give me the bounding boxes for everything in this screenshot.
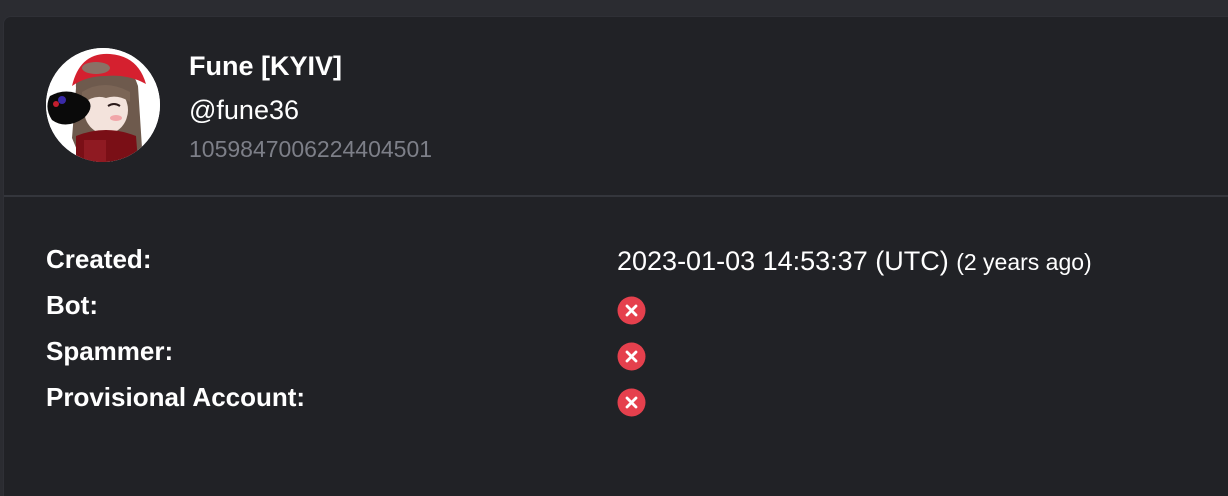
provisional-account-row: Provisional Account: (46, 381, 1196, 427)
x-circle-icon (617, 342, 646, 371)
created-row: Created: 2023-01-03 14:53:37 (UTC) (2 ye… (46, 243, 1196, 289)
username: @fune36 (189, 95, 299, 125)
user-id: 1059847006224404501 (189, 136, 433, 162)
x-circle-icon (617, 296, 646, 325)
spammer-row: Spammer: (46, 335, 1196, 381)
avatar (46, 48, 160, 162)
bot-label: Bot: (46, 290, 98, 320)
bot-row: Bot: (46, 289, 1196, 335)
display-name: Fune [KYIV] (189, 51, 342, 81)
created-timestamp: 2023-01-03 14:53:37 (UTC) (617, 246, 949, 276)
created-value: 2023-01-03 14:53:37 (UTC) (2 years ago) (617, 245, 1092, 278)
profile-header: Fune [KYIV] @fune36 1059847006224404501 (4, 17, 1228, 195)
user-profile-card: Fune [KYIV] @fune36 1059847006224404501 … (3, 16, 1228, 496)
created-label: Created: (46, 244, 152, 274)
x-circle-icon (617, 388, 646, 417)
created-relative-time: (2 years ago) (956, 249, 1092, 275)
provisional-account-label: Provisional Account: (46, 382, 306, 412)
account-details: Created: 2023-01-03 14:53:37 (UTC) (2 ye… (46, 243, 1196, 427)
divider (4, 195, 1228, 197)
spammer-label: Spammer: (46, 336, 174, 366)
